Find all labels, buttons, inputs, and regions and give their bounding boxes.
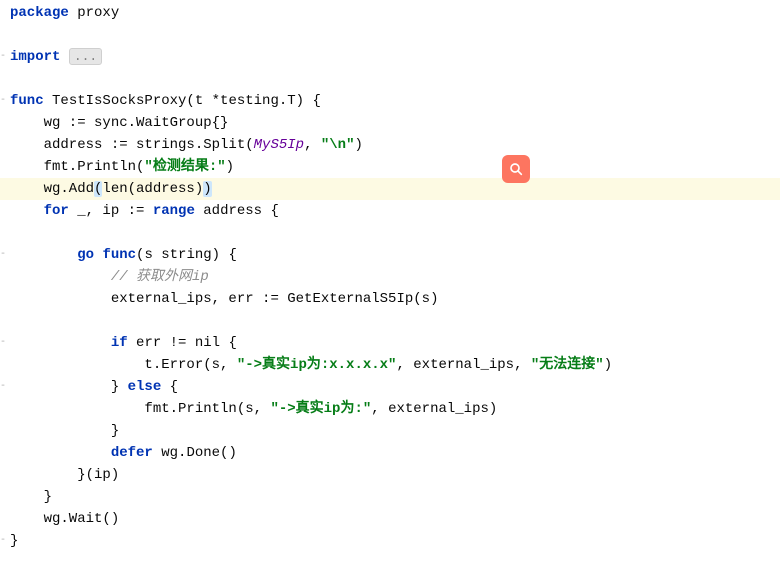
code-text: wg.Done() <box>153 445 237 461</box>
matched-paren: ) <box>203 181 211 197</box>
code-line: - go func(s string) { <box>0 244 780 266</box>
code-line <box>0 68 780 90</box>
code-line: wg.Wait() <box>0 508 780 530</box>
code-text: wg := sync.WaitGroup{} <box>10 115 228 131</box>
code-text: _, ip := <box>69 203 153 219</box>
code-text: } <box>10 379 128 395</box>
keyword-range: range <box>153 203 195 219</box>
code-line: for _, ip := range address { <box>0 200 780 222</box>
code-text: TestIsSocksProxy(t *testing.T) { <box>44 93 321 109</box>
comment: // 获取外网ip <box>111 269 209 285</box>
code-line: -} <box>0 530 780 552</box>
code-line <box>0 222 780 244</box>
code-text: }(ip) <box>10 467 119 483</box>
fold-gutter-icon[interactable]: - <box>0 46 6 68</box>
code-line: } <box>0 486 780 508</box>
code-text: external_ips, err := GetExternalS5Ip(s) <box>10 291 438 307</box>
code-line: - } else { <box>0 376 780 398</box>
code-line <box>0 310 780 332</box>
code-text: } <box>10 489 52 505</box>
code-line: t.Error(s, "->真实ip为:x.x.x.x", external_i… <box>0 354 780 376</box>
fold-gutter-icon[interactable]: - <box>0 376 6 398</box>
code-line: }(ip) <box>0 464 780 486</box>
code-line-current: wg.Add(len(address)) <box>0 178 780 200</box>
code-line <box>0 24 780 46</box>
code-line: fmt.Println("检测结果:") <box>0 156 780 178</box>
identifier: MyS5Ip <box>254 137 304 153</box>
keyword-else: else <box>128 379 162 395</box>
keyword-func: func <box>10 93 44 109</box>
code-line: -import ... <box>0 46 780 68</box>
code-text: ) <box>604 357 612 373</box>
code-line: } <box>0 420 780 442</box>
fold-gutter-icon[interactable]: - <box>0 244 6 266</box>
code-text: , external_ips) <box>371 401 497 417</box>
code-text: wg.Wait() <box>10 511 119 527</box>
search-icon <box>508 161 524 177</box>
search-button[interactable] <box>502 155 530 183</box>
code-text: ) <box>226 159 234 175</box>
code-text: wg.Add <box>10 181 94 197</box>
code-line: // 获取外网ip <box>0 266 780 288</box>
code-text: , external_ips, <box>396 357 530 373</box>
string-literal: "检测结果:" <box>144 159 225 175</box>
keyword-for: for <box>44 203 69 219</box>
code-line: - if err != nil { <box>0 332 780 354</box>
keyword-func: func <box>102 247 136 263</box>
fold-gutter-icon[interactable]: - <box>0 530 6 552</box>
code-text: address := strings.Split( <box>10 137 254 153</box>
string-literal: "->真实ip为:" <box>270 401 371 417</box>
code-text: { <box>161 379 178 395</box>
fold-gutter-icon[interactable]: - <box>0 332 6 354</box>
code-text: len(address) <box>102 181 203 197</box>
code-text: } <box>10 533 18 549</box>
code-text: t.Error(s, <box>10 357 237 373</box>
code-text: err != nil { <box>128 335 237 351</box>
fold-gutter-icon[interactable]: - <box>0 90 6 112</box>
code-line: -func TestIsSocksProxy(t *testing.T) { <box>0 90 780 112</box>
code-text: } <box>10 423 119 439</box>
keyword-go: go <box>77 247 94 263</box>
code-text: fmt.Println(s, <box>10 401 270 417</box>
string-literal: "->真实ip为:x.x.x.x" <box>237 357 397 373</box>
package-name: proxy <box>69 5 119 21</box>
keyword-if: if <box>111 335 128 351</box>
code-text: , <box>304 137 321 153</box>
code-editor[interactable]: package proxy -import ... -func TestIsSo… <box>0 0 780 554</box>
code-text: address { <box>195 203 279 219</box>
keyword-package: package <box>10 5 69 21</box>
folded-region[interactable]: ... <box>69 48 102 65</box>
string-literal: "无法连接" <box>531 357 604 373</box>
string-literal: "\n" <box>321 137 355 153</box>
code-line: defer wg.Done() <box>0 442 780 464</box>
code-line: fmt.Println(s, "->真实ip为:", external_ips) <box>0 398 780 420</box>
code-line: package proxy <box>0 2 780 24</box>
code-line: external_ips, err := GetExternalS5Ip(s) <box>0 288 780 310</box>
keyword-import: import <box>10 49 60 65</box>
code-text: ) <box>354 137 362 153</box>
code-text: fmt.Println( <box>10 159 144 175</box>
code-line: wg := sync.WaitGroup{} <box>0 112 780 134</box>
code-line: address := strings.Split(MyS5Ip, "\n") <box>0 134 780 156</box>
code-text: (s string) { <box>136 247 237 263</box>
keyword-defer: defer <box>111 445 153 461</box>
